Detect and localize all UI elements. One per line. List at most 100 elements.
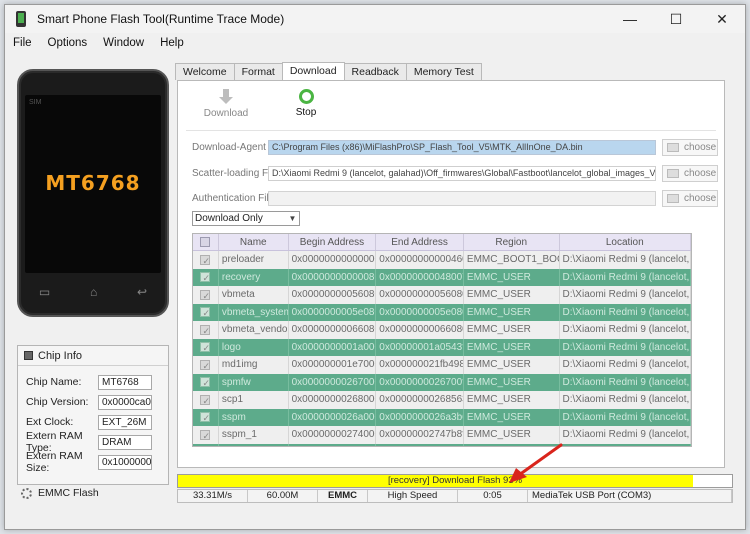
chip-info-title: Chip Info [38, 349, 83, 362]
row-checkbox[interactable] [193, 338, 219, 356]
checkbox-icon [200, 237, 211, 247]
cell-region: EMMC_USER [464, 356, 560, 374]
checkbox-icon [200, 270, 211, 286]
chip-version-value: 0x0000ca00 [98, 394, 152, 410]
cell-region: EMMC_USER [464, 321, 560, 339]
cell-name: vbmeta [219, 286, 289, 304]
table-row[interactable]: spmfw0x00000000267000000x0000000026700ff… [193, 373, 691, 391]
row-checkbox[interactable] [193, 426, 219, 444]
tab-format[interactable]: Format [233, 63, 283, 80]
col-name[interactable]: Name [219, 234, 289, 250]
choose-scatter-button[interactable]: choose [662, 165, 718, 182]
download-button[interactable]: Download [186, 87, 266, 130]
row-checkbox[interactable] [193, 391, 219, 409]
select-all-checkbox[interactable] [193, 234, 219, 250]
table-body: preloader0x00000000000000000x00000000000… [193, 251, 691, 446]
table-row[interactable]: vbmeta_vendor0x00000000066080000x0000000… [193, 321, 691, 339]
cell-begin-address: 0x0000000027500000 [289, 443, 377, 446]
table-row[interactable]: preloader0x00000000000000000x00000000000… [193, 251, 691, 269]
table-row[interactable]: sspm_10x00000000274000000x00000002747b8f… [193, 426, 691, 444]
cell-begin-address: 0x0000000005e08000 [289, 303, 377, 321]
checkbox-icon [200, 393, 211, 409]
status-speed: 33.31M/s [178, 490, 248, 502]
mode-select-value: Download Only [195, 213, 263, 224]
row-checkbox[interactable] [193, 356, 219, 374]
scatter-input[interactable]: D:\Xiaomi Redmi 9 (lancelot, galahad)\Of… [268, 166, 656, 181]
table-row[interactable]: md1img0x000000001e7000000x000000021fb498… [193, 356, 691, 374]
table-row[interactable]: recovery0x00000000000080000x000000000480… [193, 268, 691, 286]
stop-circle-icon [298, 89, 314, 104]
download-panel: Download Stop Download-Agent C:\Program … [177, 80, 725, 468]
row-checkbox[interactable] [193, 443, 219, 446]
tab-download[interactable]: Download [281, 62, 345, 80]
col-location[interactable]: Location [560, 234, 691, 250]
chip-version-row: Chip Version: 0x0000ca00 [26, 394, 152, 410]
row-checkbox[interactable] [193, 251, 219, 269]
col-begin-address[interactable]: Begin Address [289, 234, 377, 250]
checkbox-icon [200, 288, 211, 304]
row-checkbox[interactable] [193, 286, 219, 304]
choose-da-button[interactable]: choose [662, 139, 718, 156]
cell-name: sspm_1 [219, 426, 289, 444]
stop-button[interactable]: Stop [266, 87, 346, 130]
download-agent-input[interactable]: C:\Program Files (x86)\MiFlashPro\SP_Fla… [268, 140, 656, 155]
table-row[interactable]: sspm0x0000000026a000000x0000000026a3b62f… [193, 408, 691, 426]
tab-readback[interactable]: Readback [343, 63, 407, 80]
cell-end-address: 0x0000000005e080ff [376, 303, 464, 321]
cell-begin-address: 0x0000000026800000 [289, 391, 377, 409]
cell-begin-address: 0x0000000001a000000 [289, 338, 377, 356]
table-row[interactable]: vbmeta0x00000000056080000x00000000056080… [193, 286, 691, 304]
download-agent-label: Download-Agent [192, 142, 266, 153]
ram-size-value: 0x100000000 [98, 454, 152, 470]
cell-end-address: 0x000000021fb498f [376, 356, 464, 374]
table-row[interactable]: vbmeta_system0x0000000005e080000x0000000… [193, 303, 691, 321]
choose-auth-button[interactable]: choose [662, 190, 718, 207]
chip-info-header[interactable]: Chip Info [18, 346, 168, 366]
ext-clock-value: EXT_26M [98, 414, 152, 430]
checkbox-icon [200, 428, 211, 444]
tab-welcome[interactable]: Welcome [175, 63, 235, 80]
status-port: MediaTek USB Port (COM3) [528, 490, 732, 502]
table-row[interactable]: logo0x0000000001a0000000x00000001a0543ff… [193, 338, 691, 356]
col-end-address[interactable]: End Address [376, 234, 464, 250]
cell-name: vbmeta_vendor [219, 321, 289, 339]
col-region[interactable]: Region [464, 234, 560, 250]
close-button[interactable]: ✕ [699, 5, 745, 33]
progress-bar: [recovery] Download Flash 93% [177, 474, 733, 488]
status-bar: 33.31M/s 60.00M EMMC High Speed 0:05 Med… [177, 489, 733, 503]
cell-begin-address: 0x0000000027400000 [289, 426, 377, 444]
row-checkbox[interactable] [193, 303, 219, 321]
menu-window[interactable]: Window [95, 37, 152, 49]
cell-region: EMMC_USER [464, 286, 560, 304]
progress-text: [recovery] Download Flash 93% [387, 475, 523, 486]
row-checkbox[interactable] [193, 268, 219, 286]
cell-name: preloader [219, 251, 289, 269]
cell-region: EMMC_USER [464, 268, 560, 286]
minimize-button[interactable]: — [607, 5, 653, 33]
maximize-button[interactable]: ☐ [653, 5, 699, 33]
menu-file[interactable]: File [5, 37, 40, 49]
cell-name: scp1 [219, 391, 289, 409]
chip-icon [24, 351, 33, 360]
table-row[interactable]: sspm_20x00000000275000000x00000002757b8f… [193, 443, 691, 446]
table-row[interactable]: scp10x00000000268000000x000000002685632f… [193, 391, 691, 409]
row-checkbox[interactable] [193, 408, 219, 426]
tab-memory-test[interactable]: Memory Test [405, 63, 482, 80]
folder-icon [667, 143, 679, 152]
cell-region: EMMC_USER [464, 303, 560, 321]
mode-select[interactable]: Download Only ▼ [192, 211, 300, 226]
checkbox-icon [200, 323, 211, 339]
row-checkbox[interactable] [193, 321, 219, 339]
chip-name-value: MT6768 [98, 374, 152, 390]
auth-input[interactable] [268, 191, 656, 206]
checkbox-icon [200, 340, 211, 356]
row-checkbox[interactable] [193, 373, 219, 391]
storage-indicator[interactable]: EMMC Flash [21, 487, 99, 499]
ext-clock-row: Ext Clock: EXT_26M [26, 414, 152, 430]
cell-location: D:\Xiaomi Redmi 9 (lancelot, ga [560, 443, 691, 446]
download-agent-row: Download-Agent C:\Program Files (x86)\Mi… [192, 139, 656, 156]
partition-table: Name Begin Address End Address Region Lo… [192, 233, 692, 447]
menu-options[interactable]: Options [40, 37, 96, 49]
menu-help[interactable]: Help [152, 37, 192, 49]
checkbox-icon [200, 358, 211, 374]
